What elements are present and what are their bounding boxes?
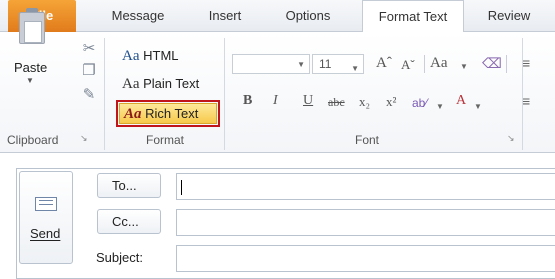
shrink-font-button[interactable]: Aˇ xyxy=(401,57,415,73)
format-painter-icon[interactable]: ✎ xyxy=(80,86,98,104)
group-separator xyxy=(104,38,105,150)
superscript-button[interactable]: x² xyxy=(386,94,396,110)
dialog-launcher-icon[interactable]: ↘ xyxy=(80,133,88,144)
bullets-icon[interactable]: ≡ xyxy=(522,55,530,71)
copy-icon[interactable]: ❐ xyxy=(80,62,98,80)
ribbon-tab-bar: File Message Insert Options Format Text … xyxy=(0,0,555,35)
group-label-clipboard: Clipboard xyxy=(7,133,59,147)
font-color-button[interactable]: A xyxy=(456,93,466,109)
chevron-down-icon[interactable]: ▼ xyxy=(474,98,482,112)
tab-format-text[interactable]: Format Text xyxy=(362,0,464,35)
change-case-button[interactable]: Aa xyxy=(430,55,448,72)
chevron-down-icon[interactable]: ▼ xyxy=(436,98,444,112)
format-html-label: HTML xyxy=(143,48,179,63)
tab-insert[interactable]: Insert xyxy=(194,0,256,32)
text-caret xyxy=(181,180,182,195)
subscript-button[interactable]: x₂ xyxy=(359,94,370,110)
format-plain-text-button[interactable]: Aa Plain Text xyxy=(118,73,203,95)
envelope-icon xyxy=(35,197,57,211)
subject-field[interactable] xyxy=(176,245,555,272)
tab-options[interactable]: Options xyxy=(272,0,344,32)
clear-formatting-icon[interactable]: ⌫ xyxy=(482,55,502,72)
bold-button[interactable]: B xyxy=(243,93,252,109)
group-label-format: Format xyxy=(146,133,185,147)
to-button[interactable]: To... xyxy=(97,173,161,198)
cut-icon[interactable]: ✂ xyxy=(80,40,98,58)
divider xyxy=(424,55,425,73)
selection-highlight xyxy=(116,100,220,127)
send-label: Send xyxy=(30,226,61,241)
font-size-value: 11 xyxy=(319,57,332,71)
paste-button[interactable]: Paste xyxy=(14,60,47,75)
cc-button[interactable]: Cc... xyxy=(97,209,161,234)
divider xyxy=(506,55,507,73)
strikethrough-button[interactable]: abc xyxy=(328,95,345,110)
cc-field[interactable] xyxy=(176,209,555,236)
group-label-font: Font xyxy=(355,133,380,147)
to-field[interactable] xyxy=(176,173,555,200)
group-separator xyxy=(224,38,225,150)
tab-review[interactable]: Review xyxy=(474,0,544,32)
chevron-down-icon[interactable]: ▼ xyxy=(26,76,34,85)
grow-font-button[interactable]: Aˆ xyxy=(376,55,392,72)
highlight-color-icon[interactable]: ab⁄ xyxy=(412,96,427,110)
chevron-down-icon[interactable]: ▼ xyxy=(297,60,305,69)
font-size-select[interactable]: 11 ▼ xyxy=(312,54,364,74)
format-html-button[interactable]: Aa HTML xyxy=(118,45,183,67)
subject-label: Subject: xyxy=(96,250,143,265)
paste-icon[interactable] xyxy=(19,12,45,44)
italic-button[interactable]: I xyxy=(273,93,278,109)
tab-message[interactable]: Message xyxy=(98,0,178,32)
underline-button[interactable]: U xyxy=(303,93,313,109)
format-plain-text-label: Plain Text xyxy=(143,76,200,91)
aa-icon: Aa xyxy=(122,76,140,92)
send-button[interactable] xyxy=(19,171,73,264)
aa-icon: Aa xyxy=(122,48,140,64)
align-icon[interactable]: ≡ xyxy=(522,93,530,109)
dialog-launcher-icon[interactable]: ↘ xyxy=(507,133,515,144)
chevron-down-icon[interactable]: ▼ xyxy=(460,58,468,72)
group-separator xyxy=(522,38,523,150)
font-name-select[interactable]: ▼ xyxy=(232,54,310,74)
chevron-down-icon[interactable]: ▼ xyxy=(351,60,359,78)
